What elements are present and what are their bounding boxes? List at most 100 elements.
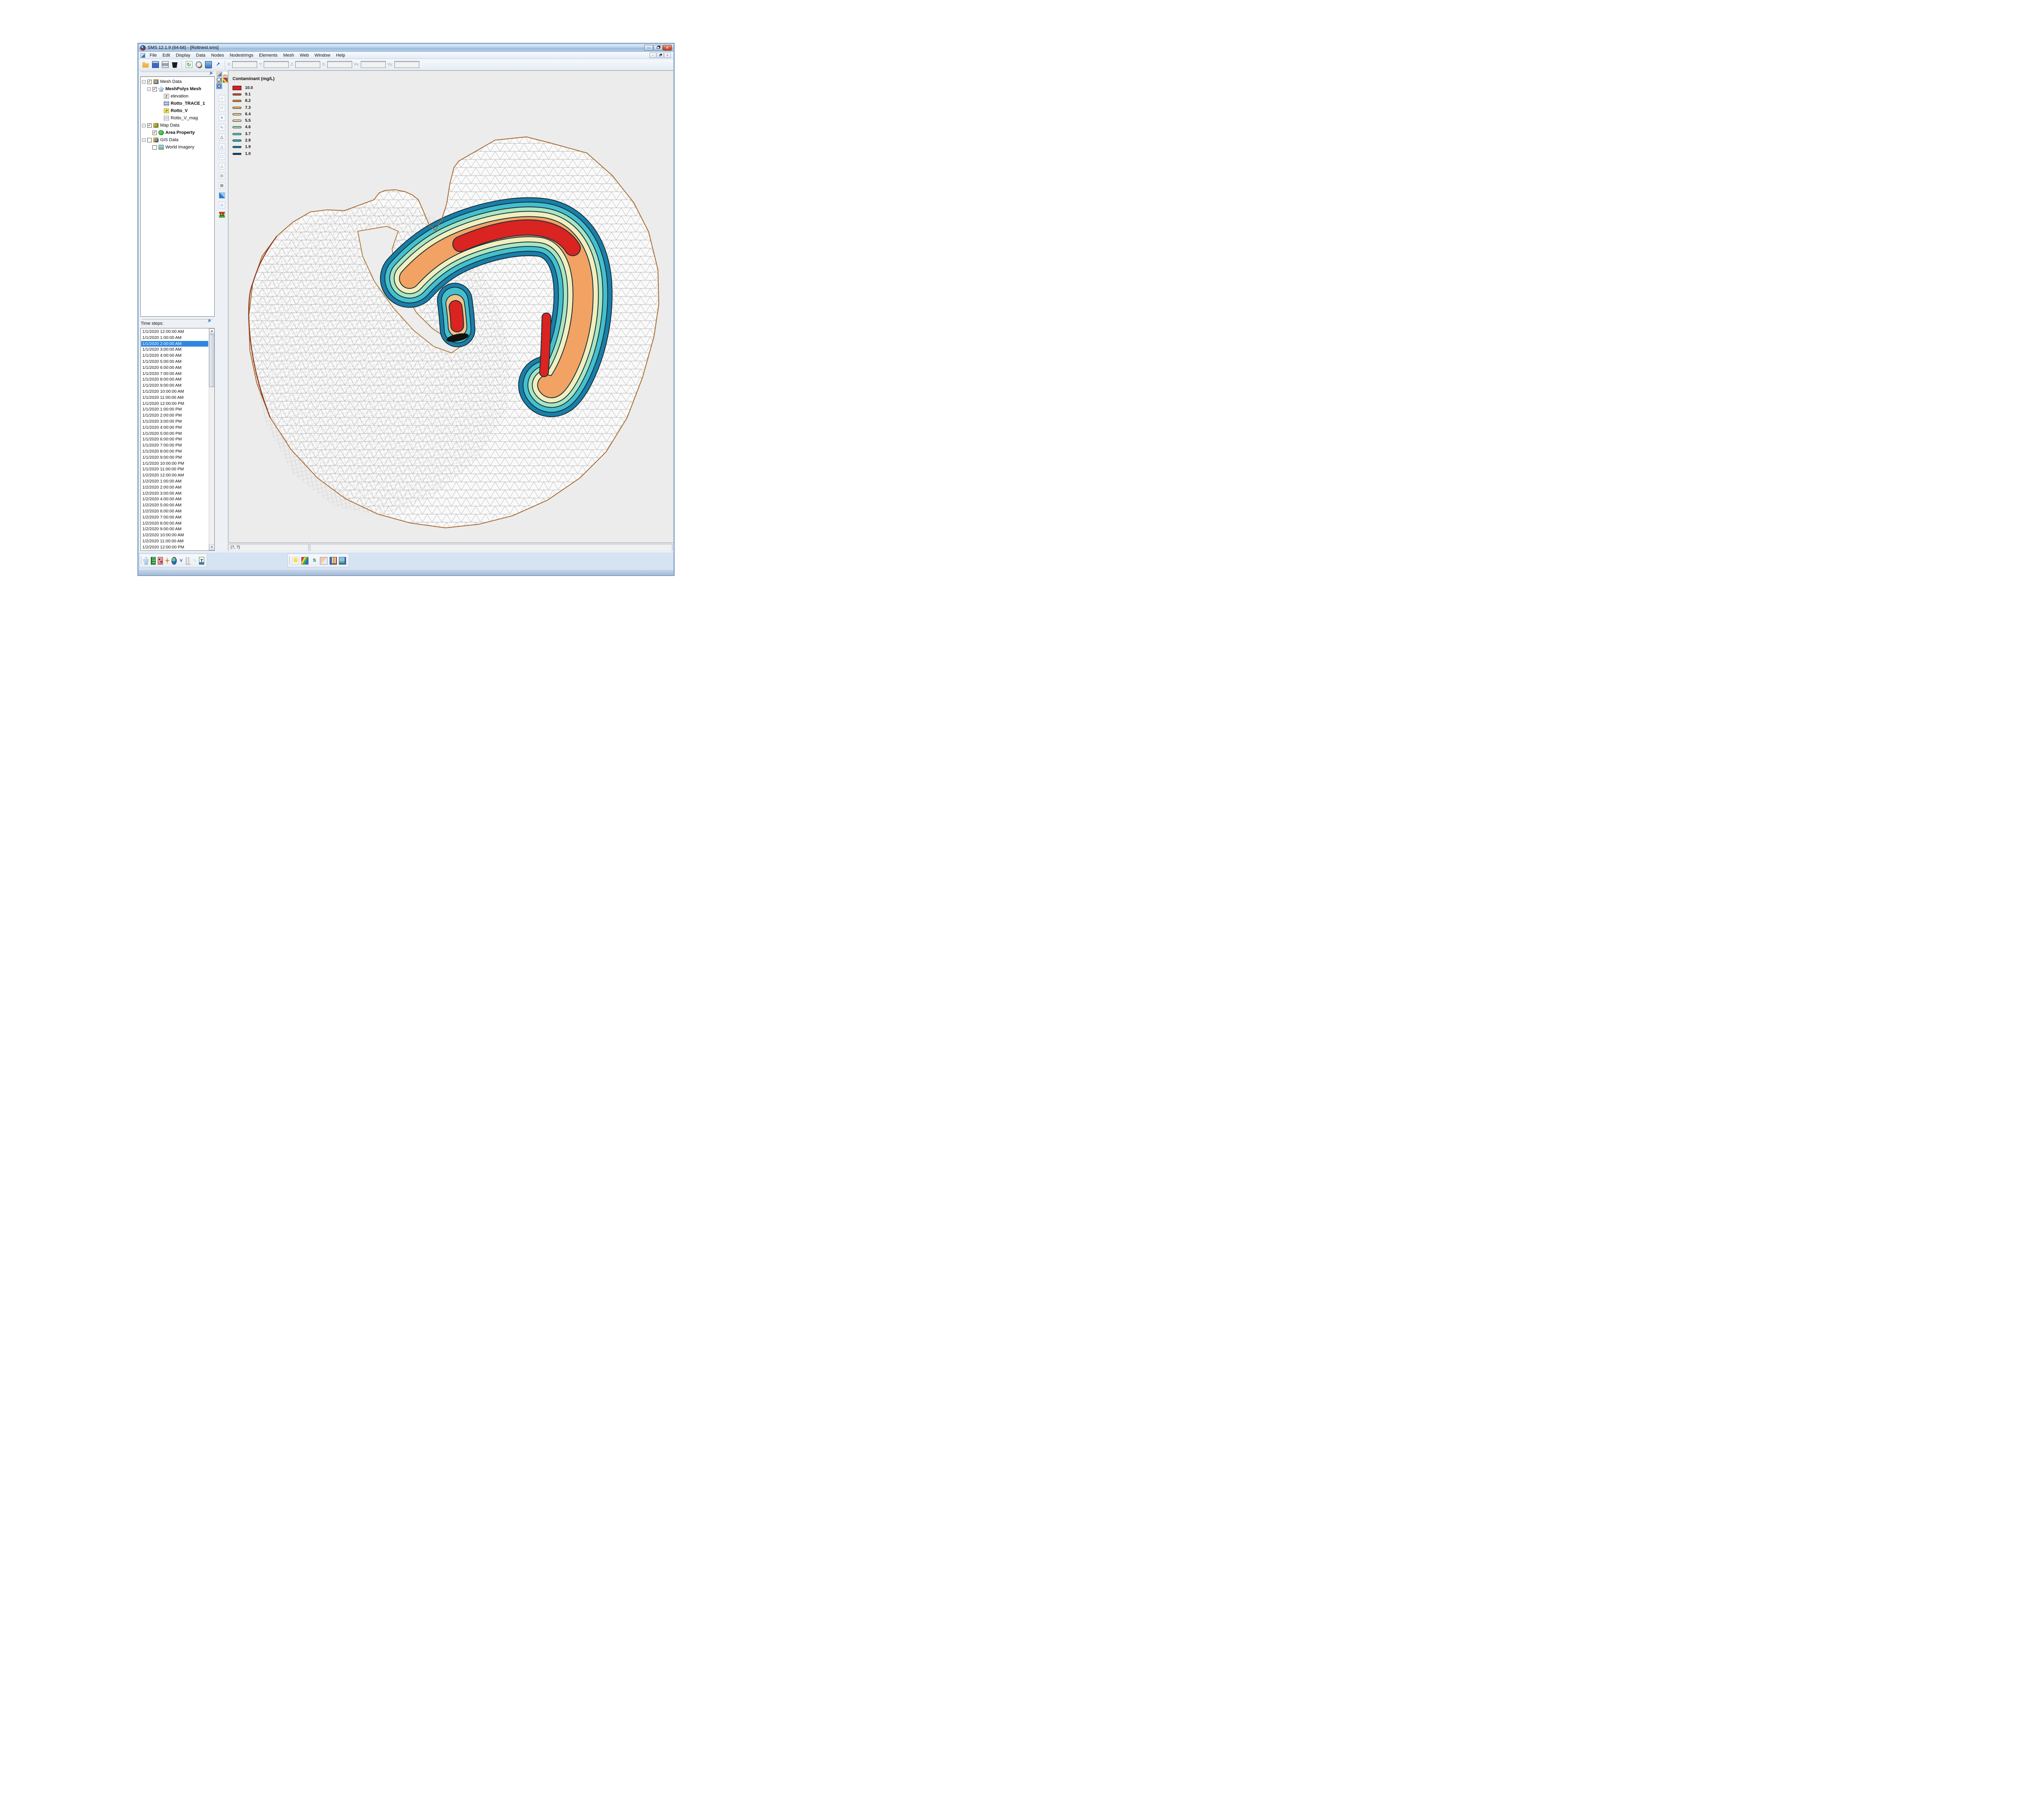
timestep-item[interactable]: 1/1/2020 5:00:00 AM xyxy=(141,359,208,365)
contour-label-icon[interactable] xyxy=(219,212,225,218)
timestep-item[interactable]: 1/1/2020 11:00:00 PM xyxy=(141,466,208,472)
tree-item[interactable]: Area Property xyxy=(141,129,214,136)
timestep-item[interactable]: 1/1/2020 4:00:00 PM xyxy=(141,425,208,431)
tree-checkbox[interactable] xyxy=(152,87,157,91)
menu-nodestrings[interactable]: Nodestrings xyxy=(227,52,256,59)
swap-edge-icon[interactable] xyxy=(219,192,225,199)
select-imagery-icon[interactable] xyxy=(222,77,228,83)
tree-expander[interactable] xyxy=(147,87,151,91)
tree-item[interactable]: Map Data xyxy=(141,122,214,129)
timestep-item[interactable]: 1/1/2020 9:00:00 AM xyxy=(141,383,208,389)
timestep-item[interactable]: 1/2/2020 12:00:00 PM xyxy=(141,544,208,550)
get-image-icon[interactable] xyxy=(339,557,346,565)
menu-nodes[interactable]: Nodes xyxy=(208,52,227,59)
patch-triangle-icon[interactable] xyxy=(219,163,225,169)
create-triangle-element-icon[interactable] xyxy=(219,144,225,150)
graphics-window[interactable]: Contaminant (mg/L) 10.0 9.1 8 xyxy=(228,70,673,543)
timestep-item[interactable]: 1/1/2020 6:00:00 PM xyxy=(141,436,208,442)
menu-help[interactable]: Help xyxy=(333,52,348,59)
tree-item[interactable]: Mesh Data xyxy=(141,78,214,85)
tree-item[interactable]: GIS Data xyxy=(141,136,214,144)
plot-module-icon[interactable] xyxy=(186,557,190,565)
timestep-item[interactable]: 1/1/2020 4:00:00 AM xyxy=(141,353,208,359)
timestep-item[interactable]: 1/1/2020 2:00:00 AM xyxy=(141,341,208,347)
grid-module-icon[interactable] xyxy=(151,557,156,565)
tree-expander[interactable] xyxy=(142,138,146,142)
timestep-item[interactable]: 1/2/2020 6:00:00 AM xyxy=(141,508,208,514)
tree-item[interactable]: Rotto_V xyxy=(141,107,214,114)
timestep-item[interactable]: 1/1/2020 3:00:00 AM xyxy=(141,347,208,353)
screen-capture-icon[interactable] xyxy=(203,60,213,70)
timestep-item[interactable]: 1/2/2020 9:00:00 AM xyxy=(141,526,208,532)
timestep-item[interactable]: 1/2/2020 10:00:00 AM xyxy=(141,532,208,538)
scroll-down-arrow[interactable]: ▼ xyxy=(209,545,215,550)
print-icon[interactable] xyxy=(160,60,170,70)
coordinate-input[interactable] xyxy=(361,61,386,68)
mdi-close-button[interactable]: × xyxy=(664,53,671,58)
timestep-item[interactable]: 1/1/2020 10:00:00 PM xyxy=(141,461,208,467)
tree-checkbox[interactable] xyxy=(152,145,157,150)
timestep-item[interactable]: 1/2/2020 5:00:00 AM xyxy=(141,502,208,508)
menu-elements[interactable]: Elements xyxy=(256,52,281,59)
menu-data[interactable]: Data xyxy=(193,52,208,59)
pin-icon[interactable] xyxy=(207,318,212,323)
mdi-minimize-button[interactable]: – xyxy=(649,53,656,58)
timestep-item[interactable]: 1/1/2020 10:00:00 AM xyxy=(141,389,208,395)
timestep-item[interactable]: 1/1/2020 2:00:00 PM xyxy=(141,413,208,419)
coordinate-input[interactable] xyxy=(232,61,257,68)
timestep-item[interactable]: 1/2/2020 7:00:00 AM xyxy=(141,514,208,521)
timestep-item[interactable]: 1/1/2020 12:00:00 PM xyxy=(141,401,208,407)
timestep-item[interactable]: 1/2/2020 11:00:00 AM xyxy=(141,538,208,544)
close-button[interactable]: × xyxy=(663,45,672,51)
annotation-module-icon[interactable] xyxy=(199,557,204,565)
patch-grid-icon[interactable] xyxy=(219,182,225,189)
timestep-item[interactable]: 1/2/2020 2:00:00 AM xyxy=(141,485,208,491)
timestep-item[interactable]: 1/2/2020 8:00:00 AM xyxy=(141,521,208,527)
create-quad-element-icon[interactable] xyxy=(219,153,225,160)
tree-expander[interactable] xyxy=(142,124,146,127)
map-module-icon[interactable] xyxy=(165,557,170,565)
create-mesh-node-icon[interactable] xyxy=(219,105,225,111)
timestep-item[interactable]: 1/1/2020 3:00:00 PM xyxy=(141,419,208,425)
timestep-item[interactable]: 1/1/2020 8:00:00 PM xyxy=(141,449,208,455)
title-bar[interactable]: SMS 12.1.9 (64-bit) - [Rottnest.sms] — × xyxy=(139,44,673,52)
menu-window[interactable]: Window xyxy=(312,52,333,59)
timestep-item[interactable]: 1/1/2020 1:00:00 PM xyxy=(141,406,208,413)
save-icon[interactable] xyxy=(150,60,160,70)
contour-options-icon[interactable] xyxy=(301,557,309,565)
scatter-module-icon[interactable] xyxy=(158,557,163,565)
scroll-up-arrow[interactable]: ▲ xyxy=(209,328,215,334)
timestep-item[interactable]: 1/1/2020 8:00:00 AM xyxy=(141,377,208,383)
menu-edit[interactable]: Edit xyxy=(160,52,173,59)
timestep-item[interactable]: 1/1/2020 12:00:00 AM xyxy=(141,329,208,335)
patch-quad-icon[interactable] xyxy=(219,173,225,179)
tree-checkbox[interactable] xyxy=(152,131,157,135)
refresh-icon[interactable] xyxy=(184,60,194,70)
select-mesh-node-icon[interactable] xyxy=(219,95,225,102)
mesh-canvas[interactable] xyxy=(228,71,673,542)
timestep-item[interactable]: 1/2/2020 4:00:00 AM xyxy=(141,496,208,502)
gis-module-icon[interactable] xyxy=(171,557,177,565)
timesteps-scrollbar[interactable]: ▲ ▼ xyxy=(209,328,214,550)
zoom-extents-icon[interactable] xyxy=(194,60,203,70)
scrollbar-thumb[interactable] xyxy=(209,334,215,387)
tree-item[interactable]: Rotto_V_mag xyxy=(141,114,214,122)
timestep-item[interactable]: 1/1/2020 7:00:00 PM xyxy=(141,442,208,449)
open-icon[interactable] xyxy=(141,60,150,70)
tree-panel-header[interactable] xyxy=(140,72,214,76)
pan-icon[interactable] xyxy=(216,71,222,77)
view-orientation-icon[interactable] xyxy=(213,60,223,70)
timestep-item[interactable]: 1/2/2020 1:00:00 AM xyxy=(141,478,208,485)
tree-checkbox[interactable] xyxy=(147,80,152,84)
tree-item[interactable]: Rotto_TRACE_1 xyxy=(141,100,214,107)
tree-expander[interactable] xyxy=(142,80,146,84)
coordinate-input[interactable] xyxy=(295,61,320,68)
timestep-item[interactable]: 1/1/2020 9:00:00 PM xyxy=(141,455,208,461)
rotate-icon[interactable] xyxy=(216,83,222,89)
timestep-item[interactable]: 1/1/2020 6:00:00 AM xyxy=(141,365,208,371)
mesh-module-icon[interactable] xyxy=(144,557,149,565)
tree-item[interactable]: World Imagery xyxy=(141,144,214,151)
coordinate-input[interactable] xyxy=(327,61,352,68)
timestep-item[interactable]: 1/2/2020 3:00:00 AM xyxy=(141,491,208,497)
timestep-item[interactable]: 1/2/2020 12:00:00 AM xyxy=(141,472,208,478)
